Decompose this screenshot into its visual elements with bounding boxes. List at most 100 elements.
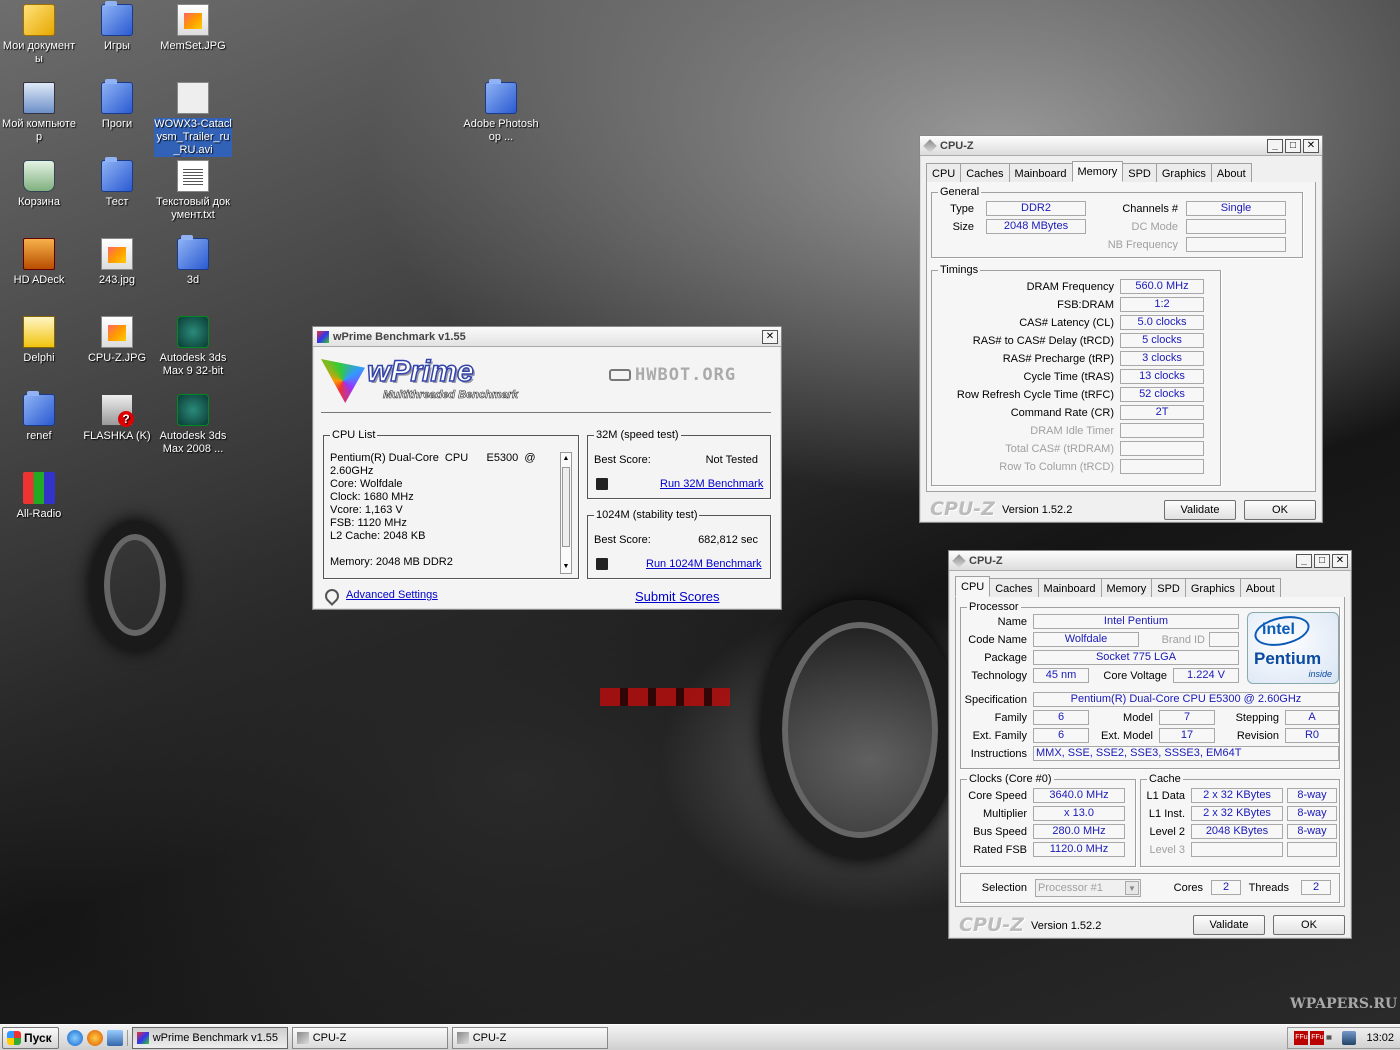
desktop-icon[interactable]: Игры xyxy=(78,1,156,53)
wprime-logo-text: wPrime xyxy=(366,354,474,389)
cpu-list-box[interactable]: Pentium(R) Dual-Core CPU E5300 @2.60GHz C… xyxy=(330,452,560,569)
cpuz-version: Version 1.52.2 xyxy=(1031,920,1102,932)
wallpaper-wheel xyxy=(760,600,960,860)
code-name-label: Code Name xyxy=(968,634,1027,646)
cpuz-memory-titlebar[interactable]: CPU-Z _ □ ✕ xyxy=(920,136,1322,156)
minimize-icon[interactable]: _ xyxy=(1267,138,1283,153)
desktop-icon[interactable]: Текстовый документ.txt xyxy=(154,160,232,222)
minimize-icon[interactable]: _ xyxy=(1296,553,1312,568)
maximize-icon[interactable]: □ xyxy=(1314,553,1330,568)
desktop-icon-label: renef xyxy=(26,430,52,442)
desktop-icon[interactable]: Тест xyxy=(78,157,156,209)
scroll-up-icon[interactable]: ▲ xyxy=(561,453,571,465)
scroll-thumb[interactable] xyxy=(562,467,570,547)
wprime-logo-mark xyxy=(321,359,365,403)
tab-cpu[interactable]: CPU xyxy=(955,576,991,597)
taskbar-button[interactable]: CPU-Z xyxy=(451,1026,608,1049)
tab-spd[interactable]: SPD xyxy=(1122,163,1157,182)
tab-mainboard[interactable]: Mainboard xyxy=(1037,578,1102,597)
taskbar-button[interactable]: wPrime Benchmark v1.55 xyxy=(131,1026,288,1049)
submit-scores-link[interactable]: Submit Scores xyxy=(635,589,720,604)
desktop-icon[interactable]: All-Radio xyxy=(0,472,78,521)
ie-icon[interactable] xyxy=(66,1029,83,1046)
desktop-icon[interactable]: Проги xyxy=(78,79,156,131)
timing-value xyxy=(1120,423,1204,438)
ext-family-value: 6 xyxy=(1033,728,1089,743)
folder-icon xyxy=(485,79,517,114)
tray-clock[interactable]: 13:02 xyxy=(1366,1032,1394,1044)
desktop-icon[interactable]: 243.jpg xyxy=(78,238,156,287)
hwbot-logo[interactable]: HWBOT.ORG xyxy=(609,365,736,385)
validate-button[interactable]: Validate xyxy=(1193,915,1265,935)
settings-wrench-icon[interactable] xyxy=(322,586,342,606)
desktop-icon-label: MemSet.JPG xyxy=(160,40,226,52)
desktop-icon[interactable]: HD ADeck xyxy=(0,238,78,287)
cpu-list-scrollbar[interactable]: ▲ ▼ xyxy=(560,452,572,574)
close-icon[interactable]: ✕ xyxy=(1303,138,1319,153)
desktop-icon[interactable]: Delphi xyxy=(0,316,78,365)
validate-button[interactable]: Validate xyxy=(1164,500,1236,520)
cpu-list-line: 2.60GHz xyxy=(330,465,374,477)
cpuz-version: Version 1.52.2 xyxy=(1002,504,1073,516)
multiplier-label: Multiplier xyxy=(982,808,1027,820)
ok-button[interactable]: OK xyxy=(1273,915,1345,935)
floppy-icon[interactable] xyxy=(596,478,608,490)
cpuz-memory-title: CPU-Z xyxy=(940,139,974,152)
advanced-settings-link[interactable]: Advanced Settings xyxy=(346,589,438,601)
tab-cpu[interactable]: CPU xyxy=(926,163,962,182)
wprime-logo-sub: Multithreaded Benchmark xyxy=(383,389,519,402)
ok-button[interactable]: OK xyxy=(1244,500,1316,520)
tab-caches[interactable]: Caches xyxy=(960,163,1010,182)
wprime-titlebar[interactable]: wPrime Benchmark v1.55 ✕ xyxy=(313,327,781,347)
family-value: 6 xyxy=(1033,710,1089,725)
start-button[interactable]: Пуск xyxy=(2,1026,59,1049)
desktop-icon[interactable]: Мои документы xyxy=(0,4,78,66)
maximize-icon[interactable]: □ xyxy=(1285,138,1301,153)
tab-about[interactable]: About xyxy=(1239,578,1281,597)
close-icon[interactable]: ✕ xyxy=(762,329,778,344)
desktop-icon-label: Autodesk 3ds Max 9 32-bit xyxy=(159,352,227,377)
run-1024m-button[interactable]: Run 1024M Benchmark xyxy=(646,558,762,570)
tab-memory[interactable]: Memory xyxy=(1100,578,1153,597)
taskbar-button[interactable]: CPU-Z xyxy=(291,1026,448,1049)
desktop-icon[interactable]: CPU-Z.JPG xyxy=(78,316,156,365)
show-desktop-icon[interactable] xyxy=(106,1029,123,1046)
desktop-icon[interactable]: Autodesk 3ds Max 9 32-bit xyxy=(154,316,232,378)
desktop-icon[interactable]: Autodesk 3ds Max 2008 ... xyxy=(154,394,232,456)
desktop-icon[interactable]: renef xyxy=(0,391,78,443)
bus-speed-value: 280.0 MHz xyxy=(1033,824,1125,839)
tab-mainboard[interactable]: Mainboard xyxy=(1008,163,1073,182)
tray-app-icon[interactable]: FFu xyxy=(1310,1030,1325,1045)
tab-graphics[interactable]: Graphics xyxy=(1155,163,1212,182)
tray-app-icon[interactable]: FFu xyxy=(1294,1030,1309,1045)
tab-caches[interactable]: Caches xyxy=(989,578,1039,597)
level3-way xyxy=(1287,842,1337,857)
chevron-down-icon[interactable]: ▼ xyxy=(1125,881,1139,895)
desktop-icon[interactable]: Adobe Photoshop ... xyxy=(462,79,540,144)
timing-label: CAS# Latency (CL) xyxy=(1019,317,1114,329)
selection-dropdown[interactable]: Processor #1 ▼ xyxy=(1035,879,1141,897)
pentium-brand-text: Pentium xyxy=(1254,649,1322,668)
tab-spd[interactable]: SPD xyxy=(1151,578,1186,597)
firefox-icon[interactable] xyxy=(86,1029,103,1046)
tray-network-icon[interactable] xyxy=(1342,1030,1357,1045)
tab-graphics[interactable]: Graphics xyxy=(1184,578,1241,597)
cache-legend: Cache xyxy=(1147,773,1183,785)
desktop-icon[interactable]: MemSet.JPG xyxy=(154,4,232,53)
desktop-icon[interactable]: WOWX3-Cataclysm_Trailer_ru_RU.avi xyxy=(154,82,232,157)
desktop-icon[interactable]: Корзина xyxy=(0,160,78,209)
nb-frequency-value xyxy=(1186,237,1286,252)
tab-about[interactable]: About xyxy=(1210,163,1252,182)
desktop-icon[interactable]: 3d xyxy=(154,235,232,287)
desktop-icon-label: Мои документы xyxy=(2,40,76,65)
scroll-down-icon[interactable]: ▼ xyxy=(561,561,571,573)
desktop-icon[interactable]: FLASHKA (K) xyxy=(78,394,156,443)
tab-memory[interactable]: Memory xyxy=(1071,161,1124,182)
cpuz-cpu-titlebar[interactable]: CPU-Z _ □ ✕ xyxy=(949,551,1351,571)
close-icon[interactable]: ✕ xyxy=(1332,553,1348,568)
desktop-icon[interactable]: Мой компьютер xyxy=(0,82,78,144)
tray-volume-icon[interactable] xyxy=(1326,1030,1341,1045)
size-label: Size xyxy=(952,221,974,233)
run-32m-button[interactable]: Run 32M Benchmark xyxy=(660,478,763,490)
floppy-icon[interactable] xyxy=(596,558,608,570)
